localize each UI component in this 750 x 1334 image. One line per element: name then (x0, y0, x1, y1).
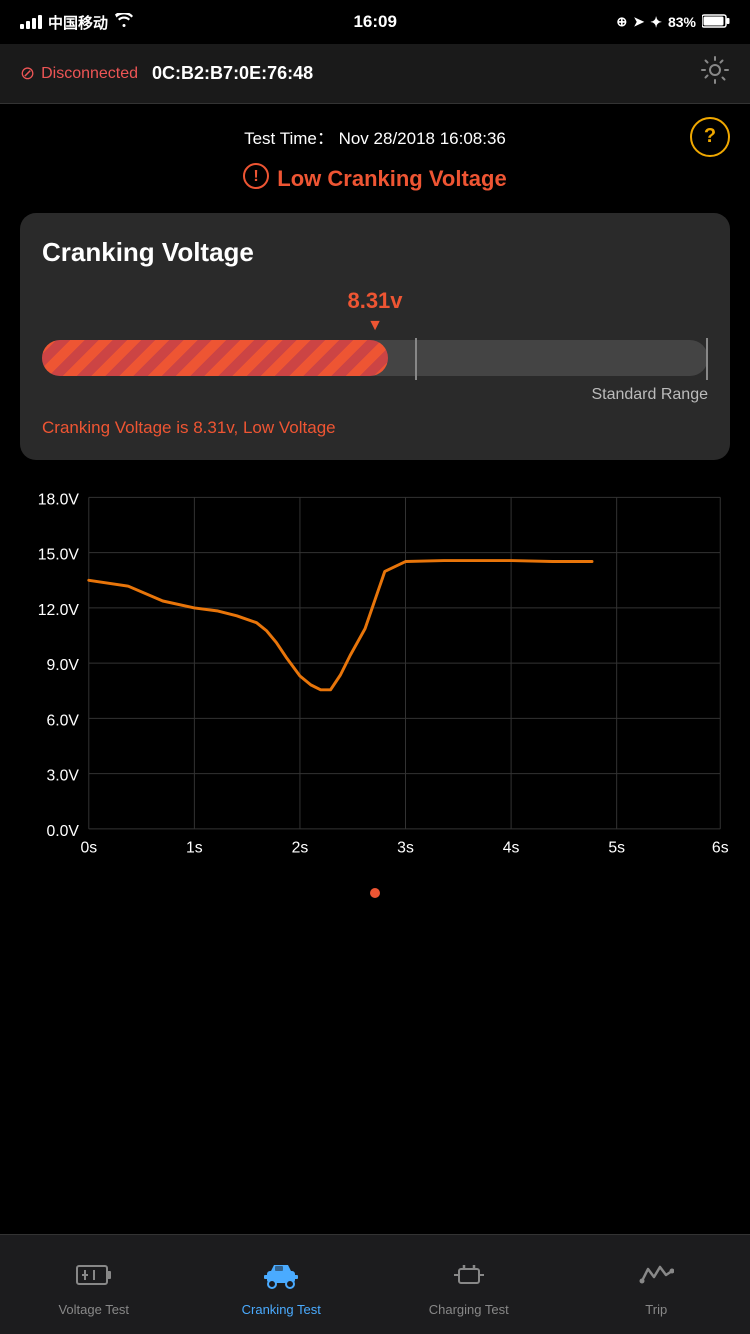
plug-tab-icon (451, 1261, 487, 1296)
tab-charging-test[interactable]: Charging Test (375, 1253, 563, 1317)
svg-text:2s: 2s (292, 840, 309, 857)
svg-text:3s: 3s (397, 840, 414, 857)
svg-text:6.0V: 6.0V (46, 712, 79, 729)
settings-icon[interactable] (700, 55, 730, 92)
battery-percent: 83% (668, 14, 696, 30)
svg-text:0.0V: 0.0V (46, 823, 79, 840)
test-time-value: Nov 28/2018 16:08:36 (339, 129, 506, 148)
voltage-value: 8.31v (42, 288, 708, 314)
status-right: ⊕ ➤ ✦ 83% (616, 14, 730, 31)
disconnect-icon: ⊘ (20, 63, 35, 84)
card-status-text: Cranking Voltage is 8.31v, Low Voltage (42, 418, 708, 438)
svg-text:5s: 5s (608, 840, 625, 857)
test-time-row: Test Time： Nov 28/2018 16:08:36 ? (0, 104, 750, 157)
tab-trip[interactable]: Trip (563, 1253, 750, 1317)
tab-charging-label: Charging Test (429, 1302, 509, 1317)
mac-address: 0C:B2:B7:0E:76:48 (152, 63, 313, 84)
cranking-voltage-card: Cranking Voltage 8.31v ▼ Standard Range … (20, 213, 730, 460)
svg-text:3.0V: 3.0V (46, 768, 79, 785)
header: ⊘ Disconnected 0C:B2:B7:0E:76:48 (0, 44, 750, 104)
progress-fill (42, 340, 388, 376)
status-bar: 中国移动 16:09 ⊕ ➤ ✦ 83% (0, 0, 750, 44)
page-indicator (0, 880, 750, 902)
tab-cranking-label: Cranking Test (242, 1302, 321, 1317)
battery-tab-icon (76, 1261, 112, 1296)
voltage-arrow: ▼ (42, 318, 708, 334)
signal-icon (20, 15, 42, 29)
status-left: 中国移动 (20, 12, 134, 33)
tab-voltage-test[interactable]: Voltage Test (0, 1253, 188, 1317)
voltage-chart: 18.0V 15.0V 12.0V 9.0V 6.0V 3.0V 0.0V (0, 480, 740, 870)
disconnected-label: Disconnected (41, 65, 138, 83)
svg-text:9.0V: 9.0V (46, 657, 79, 674)
main-content: Test Time： Nov 28/2018 16:08:36 ? ! Low … (0, 104, 750, 902)
svg-text:1s: 1s (186, 840, 203, 857)
status-time: 16:09 (353, 12, 396, 32)
bluetooth-icon: ✦ (650, 14, 662, 31)
svg-text:0s: 0s (80, 840, 97, 857)
alert-row: ! Low Cranking Voltage (0, 157, 750, 213)
alert-text: Low Cranking Voltage (277, 166, 506, 192)
svg-text:6s: 6s (712, 840, 729, 857)
standard-marker-right (706, 338, 708, 380)
standard-range-label: Standard Range (42, 386, 708, 404)
svg-text:4s: 4s (503, 840, 520, 857)
tab-bar: Voltage Test Cranking Test (0, 1234, 750, 1334)
page-dot-active (370, 888, 380, 898)
wifi-icon (114, 13, 134, 31)
svg-text:!: ! (254, 168, 259, 185)
carrier-label: 中国移动 (48, 12, 108, 33)
car-tab-icon (261, 1261, 301, 1296)
tab-trip-label: Trip (645, 1302, 667, 1317)
svg-text:12.0V: 12.0V (38, 602, 80, 619)
alert-icon: ! (243, 163, 269, 195)
card-title: Cranking Voltage (42, 237, 708, 268)
gps-icon: ➤ (633, 14, 644, 30)
test-time-label: Test Time： Nov 28/2018 16:08:36 (244, 124, 506, 149)
battery-icon (702, 14, 730, 31)
voltage-progress-bar (42, 340, 708, 376)
tab-voltage-label: Voltage Test (58, 1302, 129, 1317)
svg-text:15.0V: 15.0V (38, 547, 80, 564)
connection-status: ⊘ Disconnected 0C:B2:B7:0E:76:48 (20, 63, 313, 84)
help-button[interactable]: ? (690, 117, 730, 157)
svg-text:18.0V: 18.0V (38, 491, 80, 508)
chart-svg: 18.0V 15.0V 12.0V 9.0V 6.0V 3.0V 0.0V (0, 480, 740, 870)
standard-marker-left (415, 338, 417, 380)
location-icon: ⊕ (616, 14, 627, 30)
tab-cranking-test[interactable]: Cranking Test (188, 1253, 376, 1317)
wave-tab-icon (638, 1261, 674, 1296)
